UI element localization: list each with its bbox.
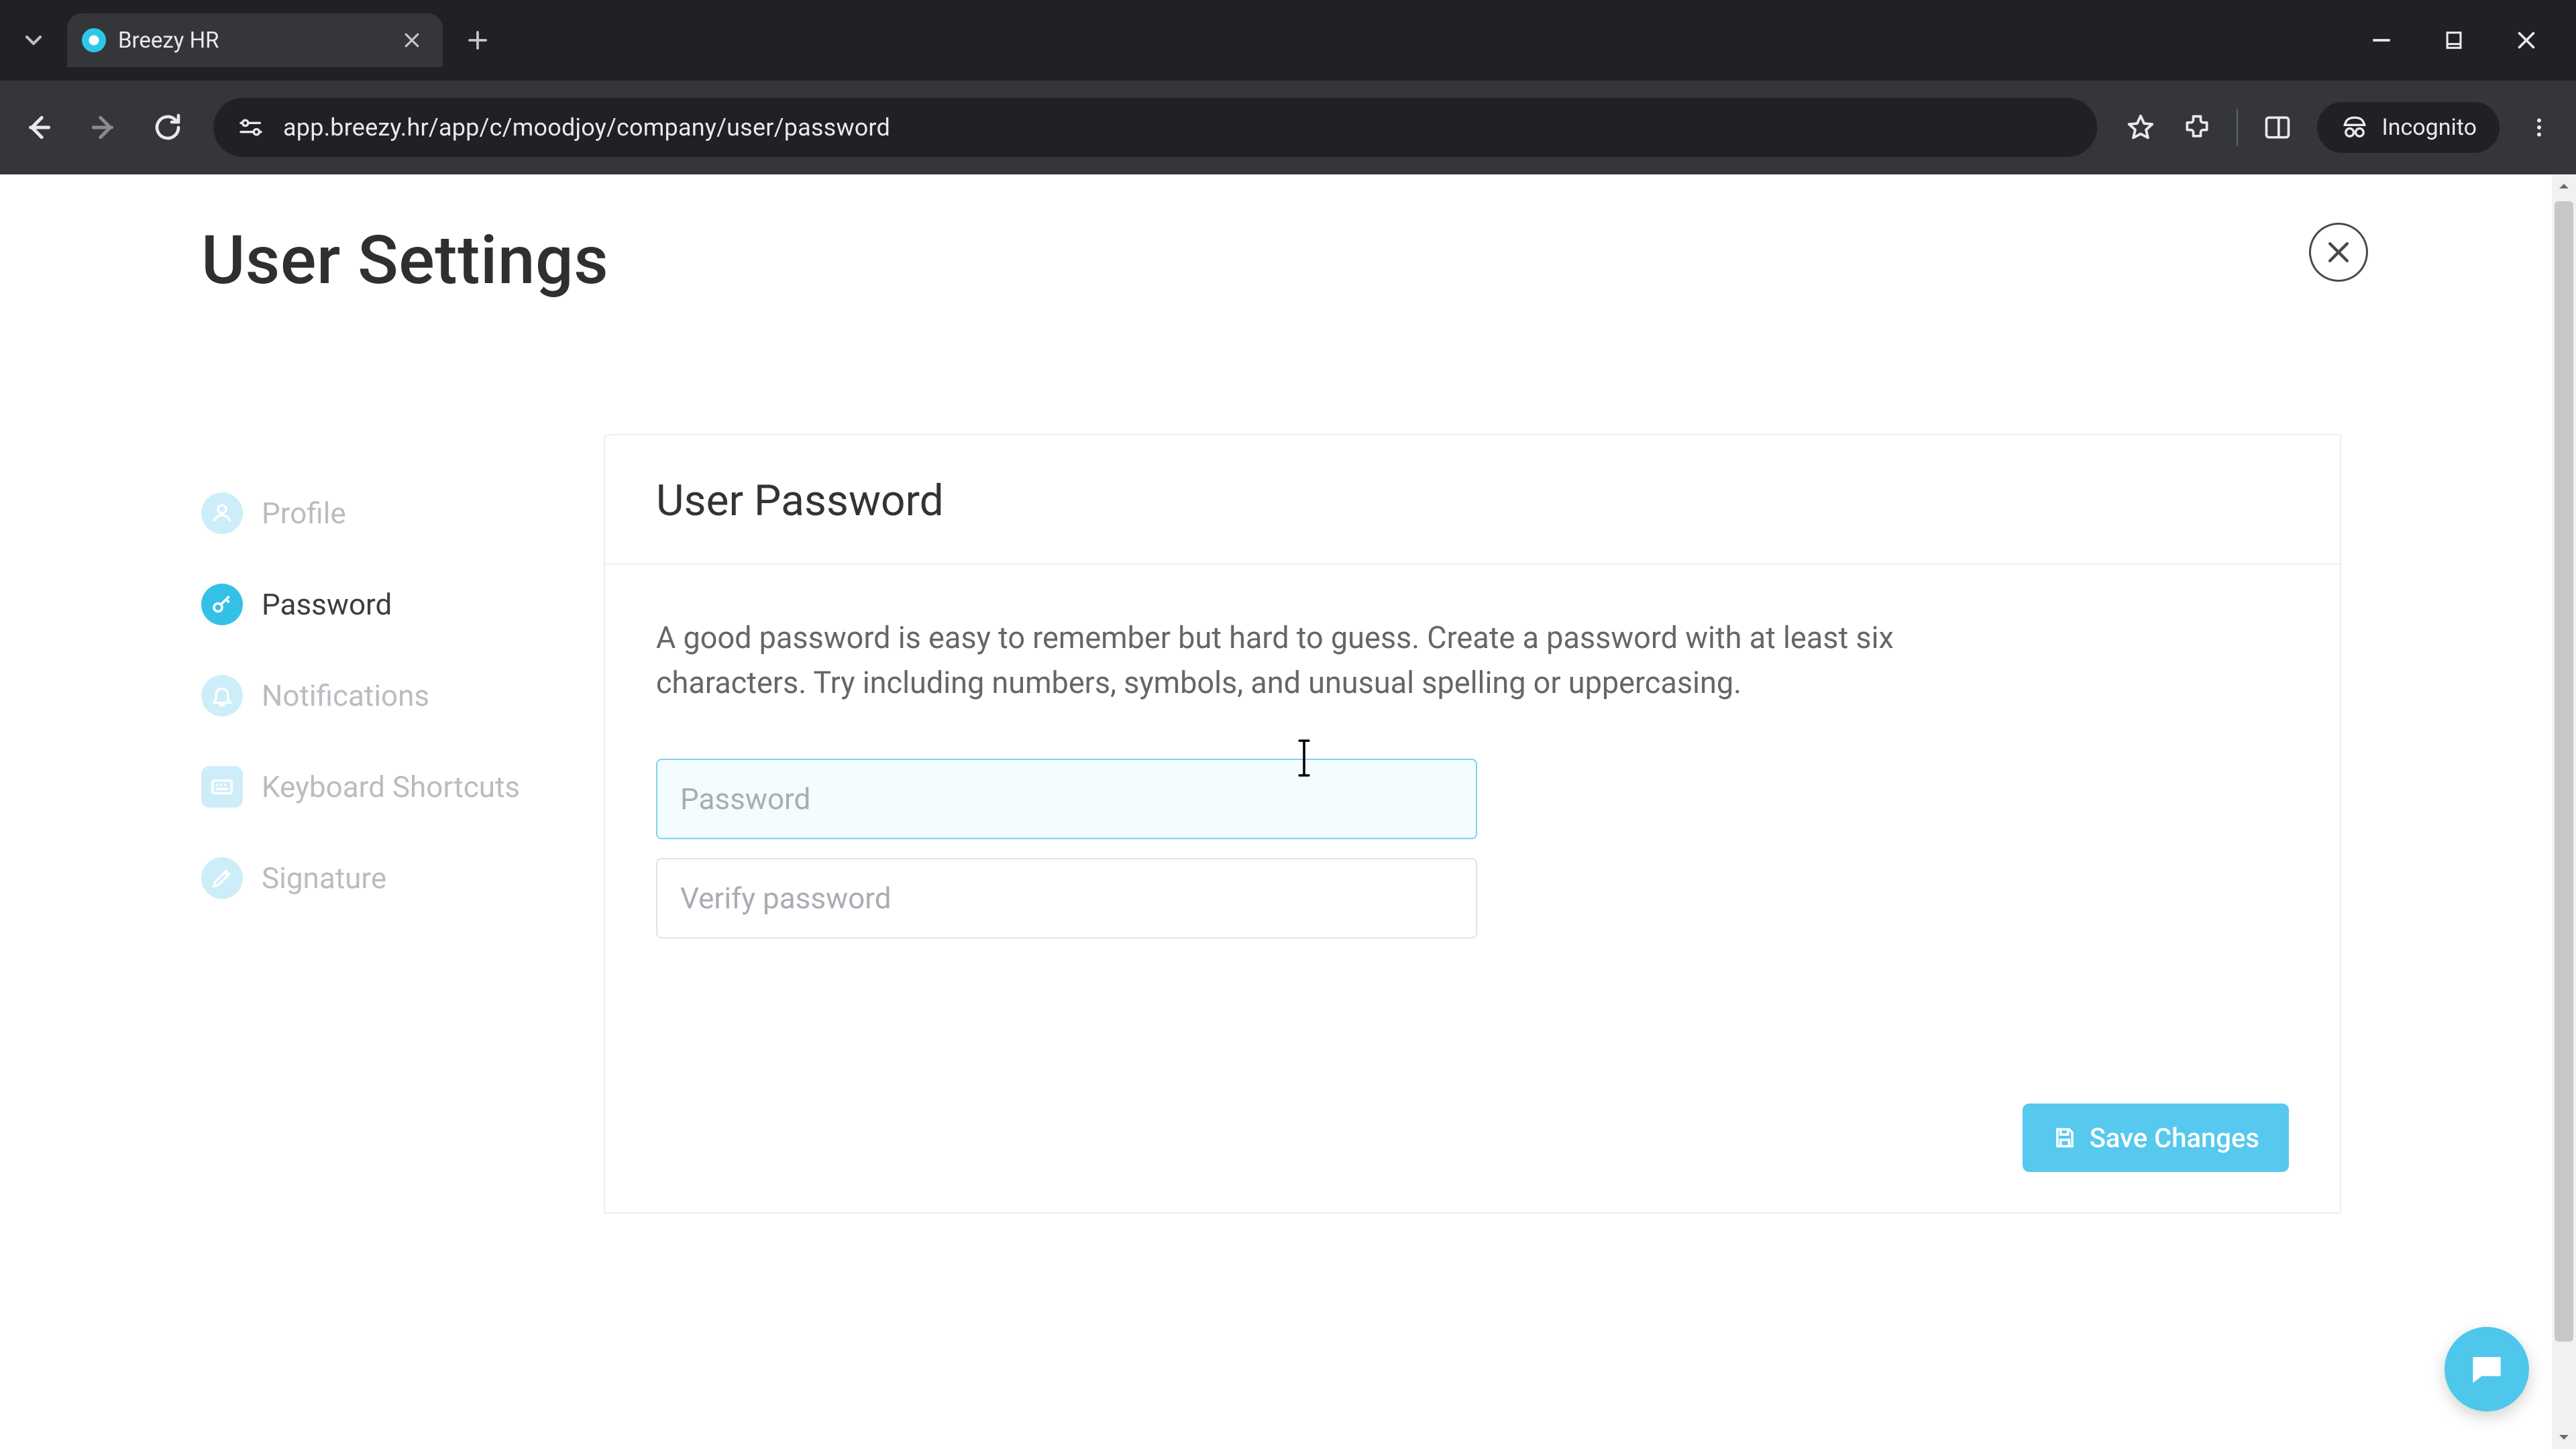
sidebar-item-label: Password xyxy=(262,587,392,622)
verify-password-input[interactable] xyxy=(656,858,1477,938)
settings-card: User Password A good password is easy to… xyxy=(604,434,2341,1214)
arrow-right-icon xyxy=(87,111,120,144)
pencil-icon xyxy=(201,857,243,899)
back-button[interactable] xyxy=(20,109,58,146)
kebab-icon xyxy=(2527,115,2551,140)
key-icon xyxy=(201,584,243,625)
arrow-left-icon xyxy=(22,111,56,144)
tab-title: Breezy HR xyxy=(118,28,388,54)
browser-toolbar: app.breezy.hr/app/c/moodjoy/company/user… xyxy=(0,80,2576,174)
extensions-button[interactable] xyxy=(2180,111,2214,144)
tab-strip: Breezy HR xyxy=(0,0,2576,80)
sidebar-item-label: Profile xyxy=(262,496,346,531)
window-minimize-button[interactable] xyxy=(2365,24,2398,56)
card-header: User Password xyxy=(605,435,2340,565)
incognito-indicator[interactable]: Incognito xyxy=(2317,102,2500,153)
sidebar-item-password[interactable]: Password xyxy=(201,559,604,650)
chevron-up-icon xyxy=(2556,178,2572,195)
site-info-button[interactable] xyxy=(236,113,266,142)
chevron-down-icon xyxy=(2556,1429,2572,1445)
chat-icon xyxy=(2466,1348,2508,1390)
save-button-label: Save Changes xyxy=(2090,1122,2259,1154)
address-bar[interactable]: app.breezy.hr/app/c/moodjoy/company/user… xyxy=(213,98,2097,157)
toolbar-separator xyxy=(2237,109,2238,146)
browser-menu-button[interactable] xyxy=(2522,111,2556,144)
close-icon xyxy=(2514,28,2538,52)
password-input[interactable] xyxy=(656,759,1477,839)
forward-button[interactable] xyxy=(85,109,122,146)
keyboard-icon xyxy=(201,766,243,808)
password-hint-text: A good password is easy to remember but … xyxy=(656,616,1904,705)
new-tab-button[interactable] xyxy=(458,20,498,60)
maximize-icon xyxy=(2443,29,2465,52)
close-icon xyxy=(2324,237,2353,267)
sidebar-item-label: Notifications xyxy=(262,678,429,713)
url-text: app.breezy.hr/app/c/moodjoy/company/user… xyxy=(283,113,890,142)
window-controls xyxy=(2365,24,2563,56)
bell-icon xyxy=(201,675,243,716)
chevron-down-icon xyxy=(20,27,47,54)
reload-icon xyxy=(152,111,184,144)
sidebar-item-label: Keyboard Shortcuts xyxy=(262,769,520,804)
page-title: User Settings xyxy=(201,221,2576,300)
sidebar-item-label: Signature xyxy=(262,861,386,896)
window-close-button[interactable] xyxy=(2510,24,2542,56)
toolbar-actions: Incognito xyxy=(2124,102,2556,153)
chat-widget-button[interactable] xyxy=(2445,1327,2529,1411)
page-header: User Settings xyxy=(0,174,2576,300)
plus-icon xyxy=(466,28,490,52)
sidebar-item-keyboard-shortcuts[interactable]: Keyboard Shortcuts xyxy=(201,741,604,833)
panel-icon xyxy=(2263,113,2292,142)
close-icon xyxy=(402,30,422,50)
tab-search-dropdown[interactable] xyxy=(13,20,54,60)
card-body: A good password is easy to remember but … xyxy=(605,565,2340,989)
tune-icon xyxy=(237,114,264,141)
reload-button[interactable] xyxy=(149,109,186,146)
save-icon xyxy=(2052,1125,2078,1150)
minimize-icon xyxy=(2369,28,2394,53)
sidebar-item-profile[interactable]: Profile xyxy=(201,468,604,559)
scroll-up-button[interactable] xyxy=(2552,174,2576,199)
incognito-label: Incognito xyxy=(2381,114,2477,141)
password-fields xyxy=(656,759,1477,938)
vertical-scrollbar[interactable] xyxy=(2552,174,2576,1449)
user-icon xyxy=(201,492,243,534)
window-maximize-button[interactable] xyxy=(2438,24,2470,56)
bookmark-button[interactable] xyxy=(2124,111,2157,144)
browser-tab[interactable]: Breezy HR xyxy=(67,13,443,67)
save-changes-button[interactable]: Save Changes xyxy=(2023,1104,2289,1172)
tab-favicon-icon xyxy=(82,28,106,52)
page-viewport: User Settings Profile Password xyxy=(0,174,2576,1449)
incognito-icon xyxy=(2340,113,2369,142)
scroll-down-button[interactable] xyxy=(2552,1425,2576,1449)
puzzle-icon xyxy=(2182,113,2212,142)
sidebar-item-signature[interactable]: Signature xyxy=(201,833,604,924)
card-title: User Password xyxy=(656,476,2289,526)
card-footer: Save Changes xyxy=(605,989,2340,1212)
settings-body: Profile Password Notifications xyxy=(0,434,2576,1214)
close-settings-button[interactable] xyxy=(2309,223,2368,282)
star-icon xyxy=(2125,112,2156,143)
page-content: User Settings Profile Password xyxy=(0,174,2576,1449)
browser-chrome: Breezy HR xyxy=(0,0,2576,174)
settings-sidebar: Profile Password Notifications xyxy=(201,434,604,1214)
tab-close-button[interactable] xyxy=(400,28,424,52)
side-panel-button[interactable] xyxy=(2261,111,2294,144)
sidebar-item-notifications[interactable]: Notifications xyxy=(201,650,604,741)
scrollbar-thumb[interactable] xyxy=(2555,201,2573,1342)
